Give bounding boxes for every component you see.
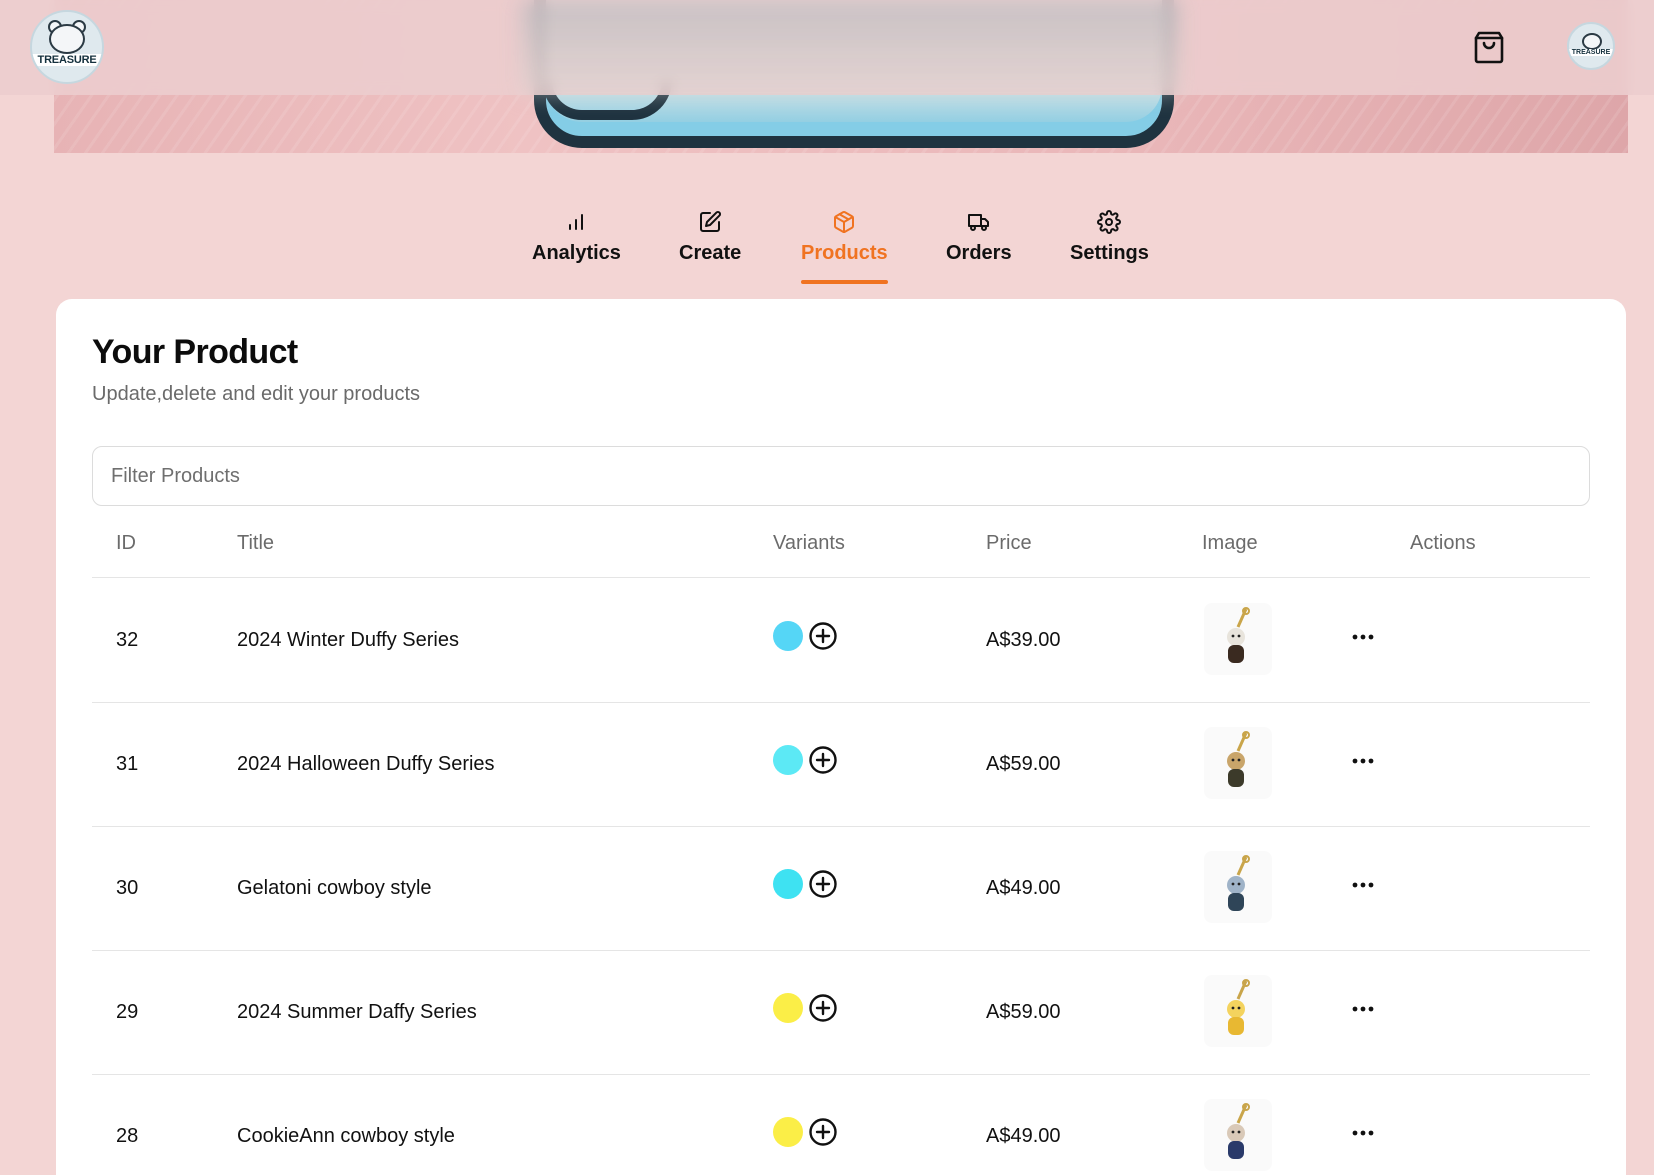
product-id: 29 <box>116 1001 139 1023</box>
tab-settings[interactable]: Settings <box>1070 210 1149 282</box>
product-id: 28 <box>116 1125 139 1147</box>
plush-keychain-icon <box>1227 731 1250 787</box>
product-title: 2024 Winter Duffy Series <box>237 629 459 651</box>
column-header-price: Price <box>986 532 1032 554</box>
column-header-variants: Variants <box>773 532 845 554</box>
plush-keychain-icon <box>1227 979 1250 1035</box>
product-title: 2024 Summer Daffy Series <box>237 1001 477 1023</box>
plush-keychain-icon <box>1227 855 1250 911</box>
product-title: 2024 Halloween Duffy Series <box>237 753 495 775</box>
filter-products-input[interactable] <box>92 446 1590 506</box>
truck-icon <box>967 210 991 234</box>
tab-orders[interactable]: Orders <box>946 210 1012 282</box>
product-thumbnail[interactable] <box>1204 603 1272 675</box>
edit-icon <box>698 210 722 234</box>
product-thumbnail[interactable] <box>1204 1099 1272 1171</box>
plus-circle-icon <box>809 1118 837 1146</box>
more-horizontal-icon <box>1352 1006 1374 1012</box>
product-price: A$49.00 <box>986 877 1061 899</box>
user-avatar[interactable]: TREASURE <box>1567 22 1615 70</box>
table-header: ID Title Variants Price Image Actions <box>92 511 1590 578</box>
page-subtitle: Update,delete and edit your products <box>92 383 420 405</box>
product-price: A$39.00 <box>986 629 1061 651</box>
product-title: Gelatoni cowboy style <box>237 877 432 899</box>
avatar-text: TREASURE <box>1569 49 1613 56</box>
page: TREASURE TREASURE Analytics Create Produ… <box>0 0 1654 1175</box>
product-thumbnail[interactable] <box>1204 727 1272 799</box>
variant-color-swatch[interactable] <box>773 745 803 775</box>
column-header-id: ID <box>116 532 136 554</box>
tab-label: Orders <box>946 242 1012 264</box>
navbar-blur <box>520 0 1180 95</box>
variant-color-swatch[interactable] <box>773 869 803 899</box>
row-actions-button[interactable] <box>1347 995 1379 1023</box>
avatar-bear <box>1582 33 1602 50</box>
column-header-actions: Actions <box>1410 532 1476 554</box>
add-variant-button[interactable] <box>808 1117 838 1147</box>
product-price: A$49.00 <box>986 1125 1061 1147</box>
row-actions-button[interactable] <box>1347 871 1379 899</box>
variant-color-swatch[interactable] <box>773 621 803 651</box>
column-header-image: Image <box>1202 532 1258 554</box>
bar-chart-icon <box>565 210 587 234</box>
more-horizontal-icon <box>1352 634 1374 640</box>
product-price: A$59.00 <box>986 753 1061 775</box>
gear-icon <box>1097 210 1122 234</box>
brand-logo-text: TREASURE <box>32 54 102 66</box>
more-horizontal-icon <box>1352 758 1374 764</box>
tab-create[interactable]: Create <box>679 210 741 282</box>
tab-label: Create <box>679 242 742 264</box>
add-variant-button[interactable] <box>808 869 838 899</box>
tab-analytics[interactable]: Analytics <box>532 210 621 282</box>
add-variant-button[interactable] <box>808 621 838 651</box>
plus-circle-icon <box>809 622 837 650</box>
add-variant-button[interactable] <box>808 993 838 1023</box>
product-id: 30 <box>116 877 139 899</box>
tab-label: Settings <box>1070 242 1149 264</box>
more-horizontal-icon <box>1352 882 1374 888</box>
column-header-title: Title <box>237 532 275 554</box>
variant-color-swatch[interactable] <box>773 1117 803 1147</box>
logo-bear <box>49 24 85 54</box>
top-navbar: TREASURE TREASURE <box>0 0 1654 95</box>
product-price: A$59.00 <box>986 1001 1061 1023</box>
plush-keychain-icon <box>1227 607 1250 663</box>
shopping-bag-button[interactable] <box>1472 28 1506 66</box>
table-row: 30 Gelatoni cowboy style A$49.00 <box>92 827 1590 951</box>
row-actions-button[interactable] <box>1347 623 1379 651</box>
tab-label: Analytics <box>532 242 621 264</box>
plus-circle-icon <box>809 870 837 898</box>
table-row: 29 2024 Summer Daffy Series A$59.00 <box>92 951 1590 1075</box>
brand-logo[interactable]: TREASURE <box>30 10 104 84</box>
page-title: Your Product <box>92 333 298 371</box>
plus-circle-icon <box>809 994 837 1022</box>
product-id: 31 <box>116 753 139 775</box>
table-row: 28 CookieAnn cowboy style A$49.00 <box>92 1075 1590 1175</box>
product-id: 32 <box>116 629 139 651</box>
more-horizontal-icon <box>1352 1130 1374 1136</box>
product-thumbnail[interactable] <box>1204 851 1272 923</box>
table-row: 32 2024 Winter Duffy Series A$39.00 <box>92 579 1590 703</box>
package-icon <box>832 210 856 234</box>
add-variant-button[interactable] <box>808 745 838 775</box>
tab-products[interactable]: Products <box>801 210 888 284</box>
product-thumbnail[interactable] <box>1204 975 1272 1047</box>
products-card: Your Product Update,delete and edit your… <box>56 299 1626 1175</box>
shopping-bag-icon <box>1474 31 1504 64</box>
product-title: CookieAnn cowboy style <box>237 1125 455 1147</box>
plush-keychain-icon <box>1227 1103 1250 1159</box>
row-actions-button[interactable] <box>1347 1119 1379 1147</box>
dashboard-tabs: Analytics Create Products Orders Setting… <box>0 210 1654 284</box>
row-actions-button[interactable] <box>1347 747 1379 775</box>
variant-color-swatch[interactable] <box>773 993 803 1023</box>
tab-label: Products <box>801 242 888 264</box>
plus-circle-icon <box>809 746 837 774</box>
table-row: 31 2024 Halloween Duffy Series A$59.00 <box>92 703 1590 827</box>
